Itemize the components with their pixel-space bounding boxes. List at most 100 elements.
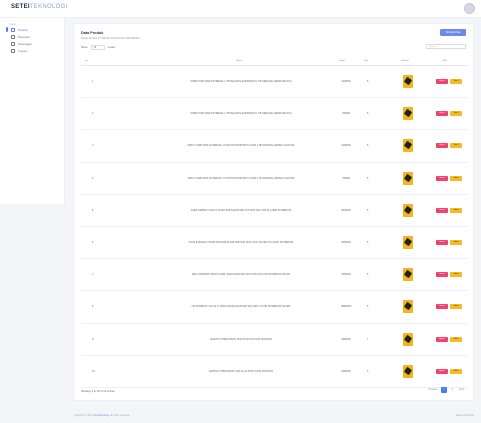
cell-stock: 5: [367, 112, 369, 116]
sidebar-item-pesanan[interactable]: Pesanan: [11, 35, 30, 39]
cell-stock: 5: [367, 144, 369, 148]
brand-name-primary: SETEI: [11, 4, 30, 10]
copyright: Copyright © 2024 SeteiTeknologi. All rig…: [74, 414, 130, 417]
edit-button[interactable]: Ubah: [450, 207, 462, 213]
cell-name: WPUC HARD DISK EXTERNAL 2.5 HD WP PASSPO…: [187, 176, 295, 180]
delete-button[interactable]: Hapus: [436, 111, 448, 117]
cell-no: 8: [92, 305, 94, 309]
delete-button[interactable]: Hapus: [436, 304, 448, 310]
avatar[interactable]: [464, 3, 475, 14]
product-image: [403, 171, 413, 185]
edit-button[interactable]: Ubah: [450, 240, 462, 245]
cell-name: LENOVO THINKVISION T24I-30 23.8 IPS FHD …: [209, 337, 273, 341]
cell-stock: 5: [367, 208, 369, 212]
pagination-previous[interactable]: Previous: [426, 389, 439, 391]
table-row: 10 LENOVO THINKVISION T22I-30 21.5 INCH …: [81, 356, 468, 388]
column-header-price[interactable]: Harga: [339, 60, 345, 62]
delete-button[interactable]: Hapus: [436, 336, 448, 342]
copyright-link[interactable]: SeteiTeknologi: [93, 414, 109, 417]
sidebar-item-label: Logout: [18, 49, 28, 53]
entries-length-control: Show 10 entries: [81, 45, 115, 50]
cart-icon: [11, 35, 15, 39]
column-header-action[interactable]: Aksi: [443, 60, 447, 62]
cell-stock: 5: [367, 305, 369, 309]
cell-price: 795000: [342, 176, 350, 180]
entries-select[interactable]: 10: [90, 45, 105, 50]
cell-name: [OPR] HARD DISK EXTERNAL 2 TB SEAGATE EX…: [190, 112, 292, 116]
sidebar: menu Produk Pesanan Pelanggan Logout: [0, 18, 65, 204]
edit-button[interactable]: Ubah: [450, 79, 462, 84]
cell-no: 6: [92, 241, 94, 244]
cell-no: 9: [92, 337, 94, 341]
cell-name: DELL INSPIRON 3520 I5 1235U 8GB 512GB SS…: [191, 273, 291, 277]
delete-button[interactable]: Hapus: [436, 240, 448, 245]
edit-button[interactable]: Ubah: [450, 111, 462, 117]
cell-name: ASUS E1504GA I3 N305 FHD 8GB 512GB SSD W…: [188, 241, 294, 244]
cell-stock: 7: [367, 337, 369, 341]
show-label: Show: [81, 45, 88, 49]
table-header: No Nama Harga Stok Gambar Aksi: [81, 58, 468, 66]
edit-button[interactable]: Ubah: [450, 143, 462, 149]
cell-stock: 5: [367, 273, 369, 277]
product-image: [403, 203, 413, 217]
copyright-prefix: Copyright © 2024: [74, 414, 93, 417]
delete-button[interactable]: Hapus: [436, 143, 448, 149]
copyright-suffix: . All rights reserved.: [108, 414, 130, 417]
delete-button[interactable]: Hapus: [436, 175, 448, 181]
sidebar-item-logout[interactable]: Logout: [11, 49, 27, 53]
product-image: [403, 364, 413, 378]
edit-button[interactable]: Ubah: [450, 272, 462, 278]
sidebar-item-label: Pelanggan: [18, 42, 33, 46]
column-header-no[interactable]: No: [85, 60, 88, 62]
column-header-image[interactable]: Gambar: [401, 60, 409, 62]
product-image: [403, 300, 413, 314]
cell-no: 7: [92, 273, 94, 277]
cell-stock: 5: [367, 369, 369, 373]
edit-button[interactable]: Ubah: [450, 175, 462, 181]
delete-button[interactable]: Hapus: [436, 207, 448, 213]
pagination-next[interactable]: Next: [457, 389, 466, 391]
pagination-page-2[interactable]: 2: [449, 387, 455, 393]
cell-no: 3: [92, 144, 94, 148]
delete-button[interactable]: Hapus: [436, 368, 448, 374]
table-row: 1 [OPR] HARD DISK EXTERNAL 2 TB SEAGATE …: [81, 66, 468, 99]
product-image: [403, 268, 413, 282]
product-image: [403, 332, 413, 346]
cell-price: 18500000: [340, 305, 352, 309]
table-row: 2 [OPR] HARD DISK EXTERNAL 2 TB SEAGATE …: [81, 98, 468, 131]
sidebar-item-produk[interactable]: Produk: [11, 28, 28, 32]
edit-button[interactable]: Ubah: [450, 368, 462, 374]
pagination-page-1[interactable]: 1: [441, 387, 448, 393]
edit-button[interactable]: Ubah: [450, 304, 462, 310]
entries-label: entries: [107, 45, 116, 49]
users-icon: [11, 42, 15, 46]
edit-button[interactable]: Ubah: [450, 336, 462, 342]
cell-no: 5: [92, 208, 94, 212]
brand-logo[interactable]: SETEITEKNOLOGI: [11, 4, 68, 10]
table-row: 3 WPUC HARD DISK EXTERNAL 2.5 HD WP PASS…: [81, 130, 468, 163]
table-info: Showing 1 to 10 of 12 entries: [81, 390, 115, 393]
cell-no: 4: [92, 176, 94, 180]
column-header-name[interactable]: Nama: [236, 60, 242, 62]
cell-price: 2850000: [341, 337, 351, 341]
product-image: [403, 107, 413, 121]
page-title: Data Produk: [81, 31, 104, 35]
cell-price: 8250000: [341, 241, 351, 244]
cell-no: 10: [92, 369, 95, 373]
sidebar-item-label: Produk: [18, 28, 28, 32]
column-header-stock[interactable]: Stok: [364, 60, 368, 62]
product-image: [403, 139, 413, 153]
brand-name-secondary: TEKNOLOGI: [29, 4, 68, 10]
cell-stock: 5: [367, 176, 369, 180]
delete-button[interactable]: Hapus: [436, 79, 448, 84]
pagination: Previous 1 2 Next: [426, 387, 466, 393]
search-input[interactable]: Search: [426, 44, 466, 49]
add-product-button[interactable]: Tambah Data: [440, 29, 466, 36]
cell-price: 1299000: [341, 144, 351, 148]
table-row: 6 ASUS E1504GA I3 N305 FHD 8GB 512GB SSD…: [81, 227, 468, 260]
delete-button[interactable]: Hapus: [436, 272, 448, 278]
cell-name: LENOVO THINKVISION T22I-30 21.5 INCH FHD…: [208, 369, 274, 373]
sidebar-item-pelanggan[interactable]: Pelanggan: [11, 42, 32, 46]
cell-name: HP PROBOOK 440 G9 I7 1255U 16GB 512GB SS…: [191, 305, 291, 309]
made-with: Made with Mazer: [455, 414, 474, 417]
